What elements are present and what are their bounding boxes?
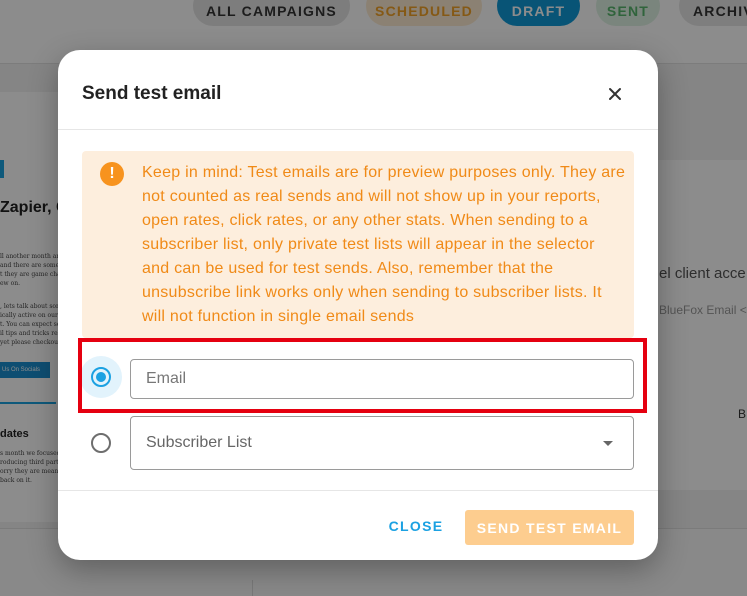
warning-icon: !	[100, 162, 124, 186]
close-icon	[609, 88, 621, 100]
notice-text: Keep in mind: Test emails are for previe…	[142, 164, 626, 325]
close-button[interactable]: CLOSE	[383, 511, 449, 541]
close-dialog-button[interactable]	[601, 80, 629, 108]
subscriber-list-label: Subscriber List	[146, 434, 252, 451]
send-test-email-button[interactable]: SEND TEST EMAIL	[465, 510, 634, 545]
highlight-box	[78, 338, 647, 413]
subscriber-list-radio[interactable]	[91, 433, 111, 453]
test-email-notice: ! Keep in mind: Test emails are for prev…	[82, 151, 634, 338]
chevron-down-icon	[603, 441, 613, 446]
dialog-title: Send test email	[82, 83, 222, 104]
subscriber-list-option-row: Subscriber List	[58, 416, 658, 472]
dialog-footer: CLOSE SEND TEST EMAIL	[58, 490, 658, 560]
dialog-header: Send test email	[58, 50, 658, 130]
subscriber-list-select[interactable]: Subscriber List	[130, 416, 634, 470]
send-test-email-dialog: Send test email ! Keep in mind: Test ema…	[58, 50, 658, 560]
